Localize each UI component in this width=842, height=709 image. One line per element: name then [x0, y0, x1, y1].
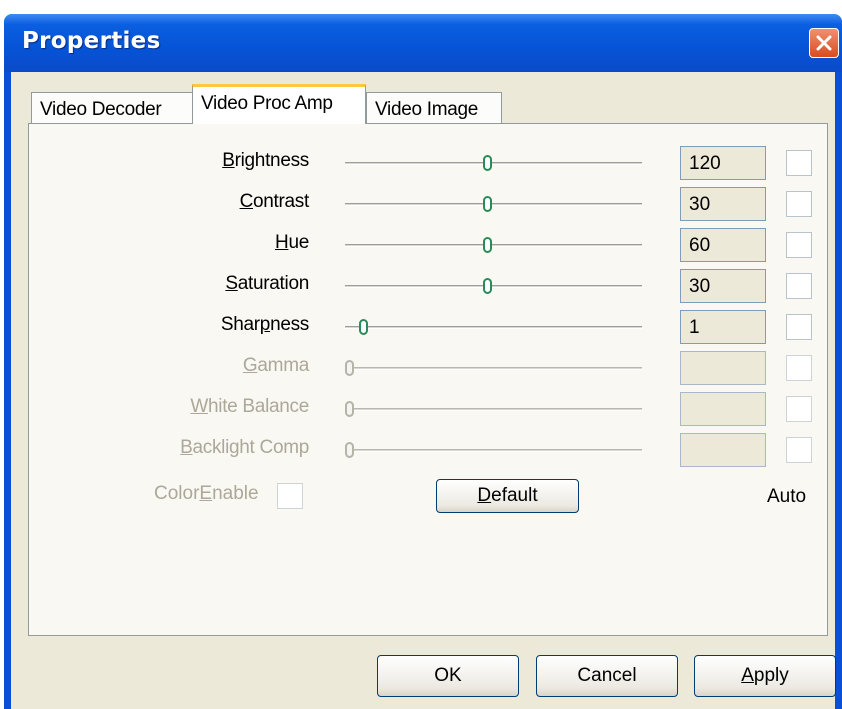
white-balance-auto-checkbox[interactable] — [786, 396, 812, 422]
sharpness-slider[interactable] — [345, 326, 642, 329]
backlight-comp-auto-checkbox[interactable] — [786, 437, 812, 463]
gamma-value-field[interactable] — [680, 351, 766, 385]
sharpness-slider-thumb[interactable] — [359, 319, 368, 335]
white-balance-slider-thumb[interactable] — [345, 401, 354, 417]
auto-label: Auto — [767, 486, 807, 507]
saturation-slider-thumb[interactable] — [483, 278, 492, 294]
hue-auto-checkbox[interactable] — [786, 232, 812, 258]
dialog-body: Video Decoder Video Proc Amp Video Image… — [11, 72, 836, 709]
close-button[interactable] — [809, 28, 839, 58]
gamma-slider[interactable] — [345, 367, 642, 370]
apply-button[interactable]: Apply — [694, 655, 836, 697]
saturation-value-field[interactable]: 30 — [680, 269, 766, 303]
tab-video-image[interactable]: Video Image — [366, 92, 502, 124]
ok-button[interactable]: OK — [377, 655, 519, 697]
gamma-slider-thumb[interactable] — [345, 360, 354, 376]
properties-window: Properties Video Decoder Video Proc Amp … — [4, 14, 842, 709]
brightness-auto-checkbox[interactable] — [786, 150, 812, 176]
sharpness-value-field[interactable]: 1 — [680, 310, 766, 344]
brightness-label: Brightness — [222, 150, 309, 171]
contrast-slider-thumb[interactable] — [483, 196, 492, 212]
contrast-auto-checkbox[interactable] — [786, 191, 812, 217]
backlight-comp-value-field[interactable] — [680, 433, 766, 467]
window-title: Properties — [22, 28, 161, 54]
default-button[interactable]: Default — [436, 479, 579, 513]
brightness-value-field[interactable]: 120 — [680, 146, 766, 180]
hue-slider-thumb[interactable] — [483, 237, 492, 253]
hue-slider[interactable] — [345, 244, 642, 247]
cancel-button[interactable]: Cancel — [536, 655, 678, 697]
gamma-auto-checkbox[interactable] — [786, 355, 812, 381]
backlight-comp-slider-thumb[interactable] — [345, 442, 354, 458]
brightness-slider-thumb[interactable] — [483, 155, 492, 171]
backlight-comp-slider[interactable] — [345, 449, 642, 452]
color-enable-label: ColorEnable — [154, 483, 259, 504]
white-balance-slider[interactable] — [345, 408, 642, 411]
color-enable-checkbox[interactable] — [277, 483, 303, 509]
title-bar[interactable]: Properties — [4, 14, 842, 72]
sharpness-label: Sharpness — [220, 314, 309, 335]
tab-panel: Brightness 120 Contrast 30 Hue 60 Saturation 30… — [28, 123, 828, 636]
gamma-label: Gamma — [242, 355, 309, 376]
contrast-slider[interactable] — [345, 203, 642, 206]
contrast-label: Contrast — [239, 191, 310, 212]
tab-video-decoder[interactable]: Video Decoder — [31, 92, 194, 124]
tab-video-proc-amp[interactable]: Video Proc Amp — [192, 84, 366, 124]
brightness-slider[interactable] — [345, 162, 642, 165]
hue-value-field[interactable]: 60 — [680, 228, 766, 262]
saturation-slider[interactable] — [345, 285, 642, 288]
hue-label: Hue — [275, 232, 309, 253]
sharpness-auto-checkbox[interactable] — [786, 314, 812, 340]
saturation-auto-checkbox[interactable] — [786, 273, 812, 299]
white-balance-label: White Balance — [190, 396, 309, 417]
saturation-label: Saturation — [225, 273, 309, 294]
backlight-comp-label: Backlight Comp — [180, 437, 309, 458]
contrast-value-field[interactable]: 30 — [680, 187, 766, 221]
close-icon — [816, 35, 832, 51]
white-balance-value-field[interactable] — [680, 392, 766, 426]
